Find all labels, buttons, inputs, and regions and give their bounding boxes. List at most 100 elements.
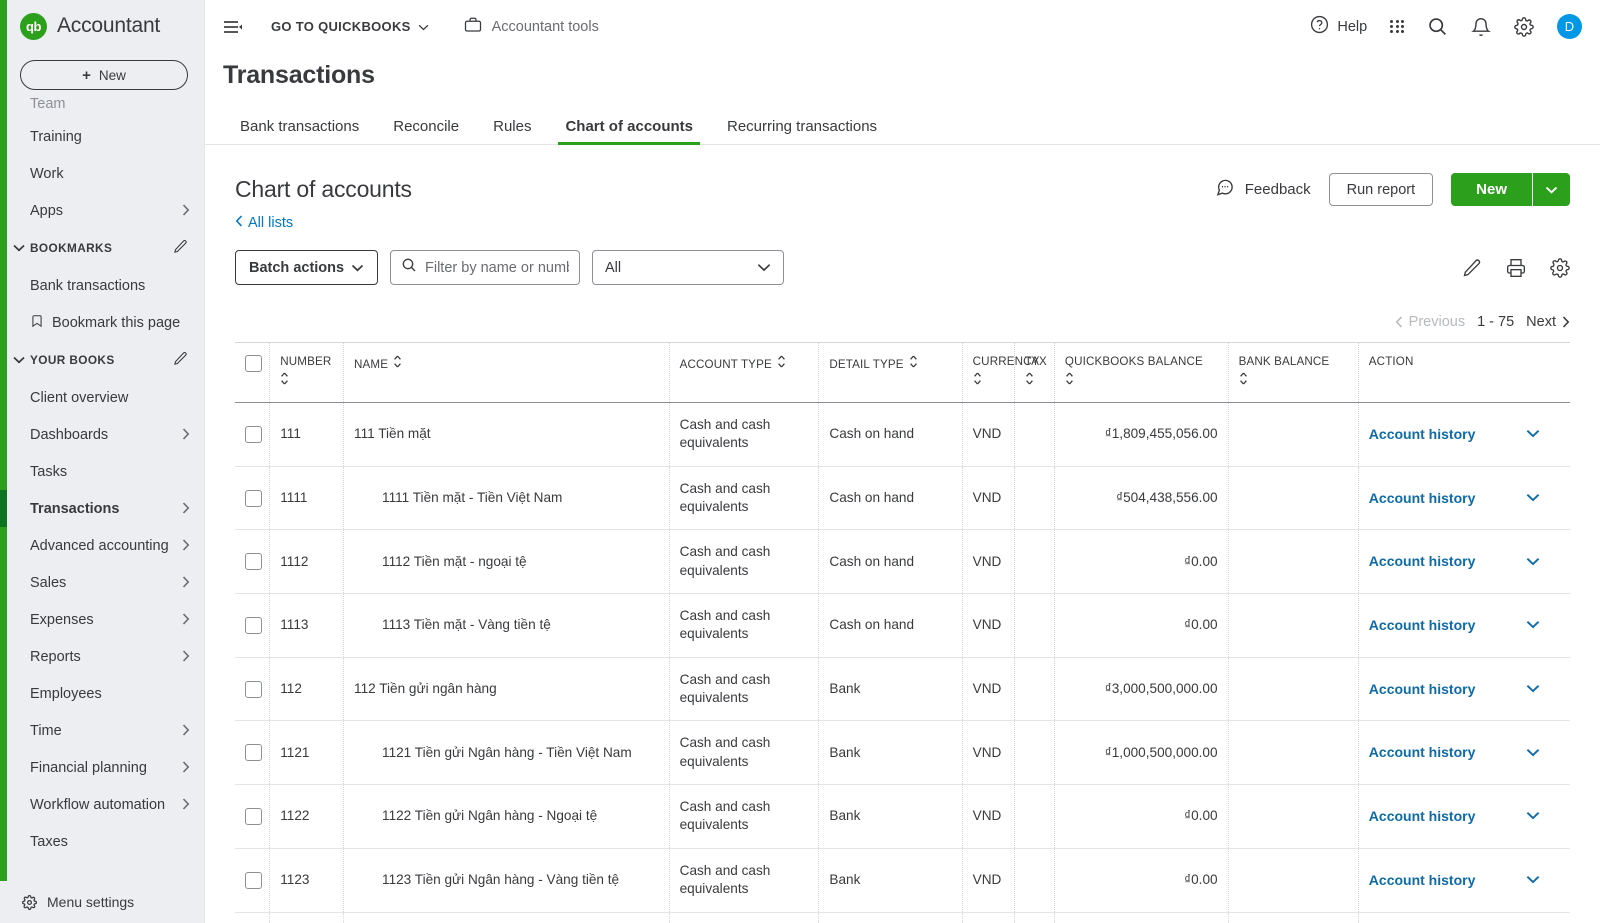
row-checkbox[interactable] [245,489,262,507]
account-name[interactable]: 112 Tiền gửi ngân hàng [354,680,497,698]
row-actions-dropdown-icon[interactable] [1526,553,1540,571]
row-checkbox[interactable] [245,616,262,634]
menu-settings-button[interactable]: Menu settings [0,881,204,923]
table-header-detail-type[interactable]: DETAIL TYPE [818,342,963,403]
sidebar-item-taxes[interactable]: Taxes [0,823,204,860]
next-page-button[interactable]: Next [1526,314,1570,330]
sidebar-item-advanced-accounting[interactable]: Advanced accounting [0,527,204,564]
sidebar-section-your-books[interactable]: YOUR BOOKS [0,341,204,379]
sidebar-item-reports[interactable]: Reports [0,638,204,675]
search-box[interactable] [390,250,580,285]
sidebar-bookmark-bookmark-this-page[interactable]: Bookmark this page [0,304,204,341]
table-header-name[interactable]: NAME [343,342,670,403]
account-name[interactable]: 1111 Tiền mặt - Tiền Việt Nam [354,489,562,507]
new-account-dropdown-button[interactable] [1533,173,1570,206]
search-input[interactable] [425,259,569,276]
account-history-link[interactable]: Account history [1369,616,1476,635]
sidebar-item-apps[interactable]: Apps [0,192,204,229]
account-history-link[interactable]: Account history [1369,807,1476,826]
row-actions-dropdown-icon[interactable] [1526,807,1540,825]
sort-arrows-icon[interactable] [973,372,1004,388]
sidebar-nav[interactable]: Team Training Work Apps BOOKMARKS Bank transa… [0,96,204,881]
row-actions-dropdown-icon[interactable] [1526,871,1540,889]
account-history-link[interactable]: Account history [1369,680,1476,699]
row-checkbox[interactable] [245,425,262,443]
sidebar-item-workflow-automation[interactable]: Workflow automation [0,786,204,823]
row-actions-dropdown-icon[interactable] [1526,744,1540,762]
table-header-bank-balance[interactable]: BANK BALANCE [1227,342,1359,403]
account-name[interactable]: 1112 Tiền mặt - ngoại tệ [354,553,527,571]
account-name[interactable]: 1113 Tiền mặt - Vàng tiền tệ [354,616,551,634]
sidebar-item-transactions[interactable]: Transactions [0,490,204,527]
sidebar-item-financial-planning[interactable]: Financial planning [0,749,204,786]
notifications-bell-icon[interactable] [1471,17,1491,37]
row-actions-dropdown-icon[interactable] [1526,489,1540,507]
account-history-link[interactable]: Account history [1369,489,1476,508]
sort-arrows-icon[interactable] [777,355,786,371]
account-history-link[interactable]: Account history [1369,871,1476,890]
sort-arrows-icon[interactable] [393,355,402,371]
sidebar-item-tasks[interactable]: Tasks [0,453,204,490]
sidebar-item-training[interactable]: Training [0,118,204,155]
tab-bar[interactable]: Bank transactions Reconcile Rules Chart of … [205,90,1600,145]
account-name[interactable]: 1123 Tiền gửi Ngân hàng - Vàng tiền tệ [354,871,619,889]
tab-chart-of-accounts[interactable]: Chart of accounts [548,118,710,145]
sort-arrows-icon[interactable] [1239,372,1348,388]
table-row[interactable]: 1112 1112 Tiền mặt - ngoại tệ Cash and cas… [235,529,1570,595]
table-row[interactable]: 1113 1113 Tiền mặt - Vàng tiền tệ Cash and… [235,593,1570,658]
table-row[interactable]: 113113 Tiền đang chuyểnCash and cash equ… [235,912,1570,923]
printer-icon[interactable] [1506,258,1526,278]
account-history-link[interactable]: Account history [1369,743,1476,762]
previous-page-button[interactable]: Previous [1395,314,1465,330]
edit-pencil-icon[interactable] [1462,258,1482,278]
row-actions-dropdown-icon[interactable] [1526,616,1540,634]
row-checkbox[interactable] [245,680,262,698]
sort-arrows-icon[interactable] [909,355,918,371]
sidebar-section-bookmarks[interactable]: BOOKMARKS [0,229,204,267]
sidebar-item-client-overview[interactable]: Client overview [0,379,204,416]
search-icon[interactable] [1427,16,1448,37]
edit-pencil-icon[interactable] [173,239,188,257]
table-settings-gear-icon[interactable] [1550,257,1570,278]
settings-gear-icon[interactable] [1514,16,1534,37]
tab-recurring-transactions[interactable]: Recurring transactions [710,118,894,144]
table-row[interactable]: 1122 1122 Tiền gửi Ngân hàng - Ngoại tệ Ca… [235,784,1570,849]
row-actions-dropdown-icon[interactable] [1526,680,1540,698]
row-checkbox[interactable] [245,744,262,762]
row-actions-dropdown-icon[interactable] [1526,425,1540,443]
table-header-currency[interactable]: CURRENCY [961,342,1039,403]
sidebar-item-sales[interactable]: Sales [0,564,204,601]
edit-pencil-icon[interactable] [173,351,188,369]
sidebar-item-team[interactable]: Team [0,96,204,118]
sidebar-bookmark-bank-transactions[interactable]: Bank transactions [0,267,204,304]
table-row[interactable]: 111 111 Tiền mặt Cash and cash equivalents… [235,402,1570,467]
sort-arrows-icon[interactable] [280,372,333,388]
table-header-tax[interactable]: TAX [1013,342,1055,403]
account-name[interactable]: 111 Tiền mặt [354,425,431,443]
row-checkbox[interactable] [245,553,262,571]
help-button[interactable]: Help [1310,15,1367,38]
sidebar-collapse-icon[interactable] [223,19,253,35]
row-checkbox[interactable] [245,871,262,889]
sort-arrows-icon[interactable] [1065,372,1218,388]
user-avatar[interactable]: D [1557,14,1582,39]
accountant-tools-button[interactable]: Accountant tools [463,16,599,38]
table-row[interactable]: 1123 1123 Tiền gửi Ngân hàng - Vàng tiền … [235,848,1570,913]
account-history-link[interactable]: Account history [1369,425,1476,444]
account-history-link[interactable]: Account history [1369,552,1476,571]
batch-actions-button[interactable]: Batch actions [235,250,378,285]
tab-rules[interactable]: Rules [476,118,548,144]
select-all-checkbox[interactable] [245,355,262,372]
new-account-button-group[interactable]: New [1451,173,1570,206]
new-account-button[interactable]: New [1451,173,1532,206]
row-checkbox[interactable] [245,807,262,825]
table-header-number[interactable]: NUMBER [269,342,344,403]
run-report-button[interactable]: Run report [1328,173,1434,206]
account-filter-select[interactable]: All [592,250,784,285]
account-name[interactable]: 1121 Tiền gửi Ngân hàng - Tiền Việt Nam [354,744,632,762]
sidebar-item-work[interactable]: Work [0,155,204,192]
sidebar-item-time[interactable]: Time [0,712,204,749]
table-row[interactable]: 1111 1111 Tiền mặt - Tiền Việt Nam Cash an… [235,466,1570,531]
sidebar-item-dashboards[interactable]: Dashboards [0,416,204,453]
sidebar-item-employees[interactable]: Employees [0,675,204,712]
